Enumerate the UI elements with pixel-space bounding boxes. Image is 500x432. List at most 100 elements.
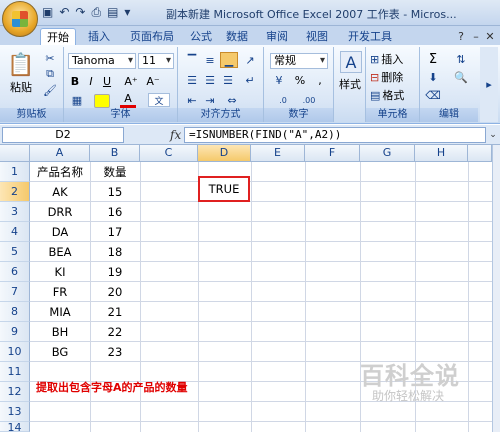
ribbon-scroll-icon[interactable]: ▸: [480, 47, 498, 122]
insert-function-icon[interactable]: fx: [170, 128, 181, 142]
undo-icon[interactable]: ↶: [59, 5, 69, 20]
fill-color-icon[interactable]: [94, 94, 110, 108]
column-header-g[interactable]: G: [360, 145, 415, 162]
column-header-c[interactable]: C: [140, 145, 198, 162]
cell-b4[interactable]: 17: [90, 222, 140, 242]
tab-home[interactable]: 开始: [40, 28, 76, 45]
sort-filter-icon[interactable]: ⇅: [450, 51, 472, 67]
align-center-icon[interactable]: ☰: [202, 73, 218, 87]
row-header-14[interactable]: 14: [0, 422, 30, 432]
row-header-6[interactable]: 6: [0, 262, 30, 282]
cell-b9[interactable]: 22: [90, 322, 140, 342]
autosum-icon[interactable]: Σ: [424, 51, 442, 67]
cell-b6[interactable]: 19: [90, 262, 140, 282]
minimize-icon[interactable]: –: [470, 28, 482, 45]
cell-a3[interactable]: DRR: [30, 202, 90, 222]
row-header-3[interactable]: 3: [0, 202, 30, 222]
tab-developer[interactable]: 开发工具: [342, 28, 398, 45]
column-header-e[interactable]: E: [251, 145, 305, 162]
vertical-scrollbar[interactable]: [492, 145, 500, 432]
styles-icon[interactable]: A: [340, 51, 362, 73]
cut-icon[interactable]: ✂: [42, 51, 58, 65]
shrink-font-icon[interactable]: A⁻: [146, 73, 160, 89]
row-header-5[interactable]: 5: [0, 242, 30, 262]
expand-formula-bar-icon[interactable]: ⌄: [488, 128, 498, 142]
align-top-icon[interactable]: ▔: [184, 53, 200, 67]
row-header-1[interactable]: 1: [0, 162, 30, 182]
cell-b3[interactable]: 16: [90, 202, 140, 222]
select-all-corner[interactable]: [0, 145, 30, 162]
column-header-h[interactable]: H: [415, 145, 468, 162]
tab-data[interactable]: 数据: [222, 28, 252, 45]
row-header-10[interactable]: 10: [0, 342, 30, 362]
tab-review[interactable]: 审阅: [262, 28, 292, 45]
customize-toolbar-icon[interactable]: ▾: [124, 5, 130, 20]
column-header-i[interactable]: [468, 145, 492, 162]
name-box[interactable]: D2: [2, 127, 124, 143]
help-icon[interactable]: ?: [455, 28, 467, 45]
office-button[interactable]: [2, 1, 38, 37]
font-size-select[interactable]: 11: [138, 53, 174, 69]
font-name-select[interactable]: Tahoma: [68, 53, 136, 69]
align-left-icon[interactable]: ☰: [184, 73, 200, 87]
cell-b5[interactable]: 18: [90, 242, 140, 262]
decrease-decimal-icon[interactable]: .00: [298, 93, 320, 107]
cell-a5[interactable]: BEA: [30, 242, 90, 262]
align-middle-icon[interactable]: ≡: [202, 53, 218, 67]
cell-b7[interactable]: 20: [90, 282, 140, 302]
orientation-icon[interactable]: ↗: [242, 53, 258, 67]
bold-button[interactable]: B: [68, 73, 82, 89]
tab-formulas[interactable]: 公式: [186, 28, 216, 45]
close-icon[interactable]: ✕: [484, 28, 496, 45]
number-format-select[interactable]: 常规: [270, 53, 328, 69]
styles-button[interactable]: 样式: [334, 77, 366, 91]
row-header-13[interactable]: 13: [0, 402, 30, 422]
cell-a10[interactable]: BG: [30, 342, 90, 362]
tab-view[interactable]: 视图: [302, 28, 332, 45]
insert-button[interactable]: ⊞ 插入: [370, 51, 418, 67]
comma-style-icon[interactable]: ,: [312, 73, 328, 87]
row-header-2[interactable]: 2: [0, 182, 30, 202]
cell-a4[interactable]: DA: [30, 222, 90, 242]
column-header-b[interactable]: B: [90, 145, 140, 162]
column-header-a[interactable]: A: [30, 145, 90, 162]
cell-a7[interactable]: FR: [30, 282, 90, 302]
italic-button[interactable]: I: [84, 73, 98, 89]
row-header-4[interactable]: 4: [0, 222, 30, 242]
percent-icon[interactable]: %: [292, 73, 308, 87]
wrap-text-icon[interactable]: ↵: [242, 73, 258, 87]
cell-a6[interactable]: KI: [30, 262, 90, 282]
open-icon[interactable]: ▤: [107, 5, 118, 20]
grow-font-icon[interactable]: A⁺: [124, 73, 138, 89]
paste-icon[interactable]: 📋: [6, 51, 36, 79]
row-header-7[interactable]: 7: [0, 282, 30, 302]
fill-icon[interactable]: ⬇: [424, 69, 442, 85]
cell-d2-selected[interactable]: TRUE: [198, 176, 250, 202]
phonetic-icon[interactable]: 文: [148, 93, 170, 107]
align-right-icon[interactable]: ☰: [220, 73, 236, 87]
redo-icon[interactable]: ↷: [75, 5, 85, 20]
increase-indent-icon[interactable]: ⇥: [202, 93, 218, 107]
row-header-11[interactable]: 11: [0, 362, 30, 382]
tab-page-layout[interactable]: 页面布局: [124, 28, 180, 45]
find-select-icon[interactable]: 🔍: [450, 69, 472, 85]
column-header-d[interactable]: D: [198, 145, 251, 162]
decrease-indent-icon[interactable]: ⇤: [184, 93, 200, 107]
merge-center-icon[interactable]: ⇔: [222, 93, 242, 107]
cell-a8[interactable]: MIA: [30, 302, 90, 322]
paste-button[interactable]: 粘贴: [4, 80, 38, 94]
increase-decimal-icon[interactable]: .0: [272, 93, 294, 107]
row-header-12[interactable]: 12: [0, 382, 30, 402]
clear-icon[interactable]: ⌫: [424, 87, 442, 103]
align-bottom-icon[interactable]: ▁: [220, 52, 238, 68]
format-painter-icon[interactable]: 🖌: [42, 83, 58, 97]
underline-button[interactable]: U: [100, 73, 114, 89]
row-header-8[interactable]: 8: [0, 302, 30, 322]
cell-a1[interactable]: 产品名称: [30, 162, 90, 182]
column-header-f[interactable]: F: [305, 145, 360, 162]
delete-button[interactable]: ⊟ 删除: [370, 69, 418, 85]
cell-b1[interactable]: 数量: [90, 162, 140, 182]
cell-b10[interactable]: 23: [90, 342, 140, 362]
cell-a9[interactable]: BH: [30, 322, 90, 342]
tab-insert[interactable]: 插入: [84, 28, 114, 45]
